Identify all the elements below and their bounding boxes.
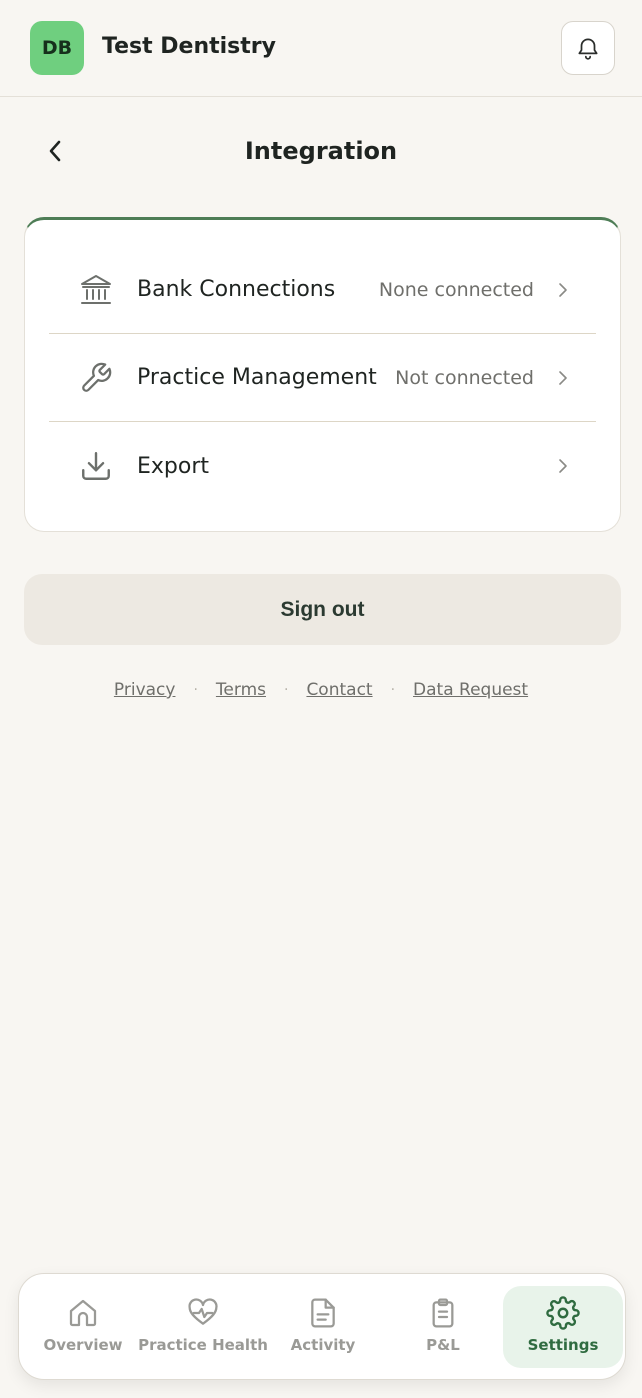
separator: · — [390, 682, 396, 698]
chevron-right-icon — [556, 456, 570, 476]
nav-item-overview[interactable]: Overview — [23, 1286, 143, 1368]
integration-label: Bank Connections — [137, 277, 336, 302]
data-request-link[interactable]: Data Request — [413, 680, 528, 700]
integration-label: Practice Management — [137, 365, 377, 390]
integrations-card: Bank Connections None connected Practice… — [24, 217, 621, 532]
integration-row-bank-connections[interactable]: Bank Connections None connected — [49, 246, 596, 334]
contact-link[interactable]: Contact — [306, 680, 372, 700]
nav-label: Practice Health — [138, 1336, 268, 1354]
nav-label: Settings — [527, 1336, 599, 1354]
integration-row-export[interactable]: Export — [49, 422, 596, 510]
nav-item-activity[interactable]: Activity — [263, 1286, 383, 1368]
avatar-initials: DB — [41, 37, 73, 59]
nav-item-settings[interactable]: Settings — [503, 1286, 623, 1368]
nav-item-pnl[interactable]: P&L — [383, 1286, 503, 1368]
separator: · — [193, 682, 198, 698]
separator: · — [283, 682, 289, 698]
integration-status: Not connected — [395, 366, 534, 389]
heart-pulse-icon — [186, 1296, 220, 1330]
nav-label: Overview — [43, 1336, 123, 1354]
document-icon — [306, 1296, 340, 1330]
privacy-link[interactable]: Privacy — [114, 680, 176, 700]
bell-icon — [578, 38, 598, 60]
top-bar: DB Test Dentistry — [0, 0, 642, 97]
bottom-nav: Overview Practice Health Activity P&L Se… — [18, 1273, 626, 1380]
nav-label: P&L — [426, 1336, 460, 1354]
footer-links: Privacy · Terms · Contact · Data Request — [0, 680, 642, 700]
practice-name: Test Dentistry — [102, 34, 276, 59]
integration-row-practice-management[interactable]: Practice Management Not connected — [49, 334, 596, 422]
page-title: Integration — [244, 137, 398, 165]
nav-item-practice-health[interactable]: Practice Health — [138, 1286, 268, 1368]
gear-icon — [546, 1296, 580, 1330]
chevron-right-icon — [556, 280, 570, 300]
clipboard-icon — [426, 1296, 460, 1330]
integration-status: None connected — [378, 278, 534, 301]
chevron-right-icon — [556, 368, 570, 388]
bank-icon — [79, 273, 113, 307]
terms-link[interactable]: Terms — [216, 680, 266, 700]
integration-label: Export — [137, 453, 210, 479]
notifications-button[interactable] — [561, 21, 615, 75]
avatar[interactable]: DB — [30, 21, 84, 75]
download-icon — [79, 449, 113, 483]
nav-label: Activity — [290, 1336, 356, 1354]
wrench-icon — [79, 361, 113, 395]
sign-out-button[interactable]: Sign out — [24, 574, 621, 645]
home-icon — [66, 1296, 100, 1330]
